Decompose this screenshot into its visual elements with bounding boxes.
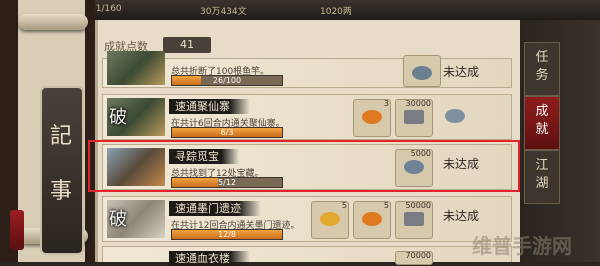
tab-char: 就 <box>535 122 549 137</box>
reward-slot[interactable]: 3 <box>353 99 391 137</box>
progress-text: 26/100 <box>212 76 242 85</box>
achievement-title: 速通血衣楼 <box>169 251 250 266</box>
achievement-row[interactable]: 破 速通聚仙寨 在共计6回合内通关聚仙寨。 6/3 3 30000 <box>102 94 512 140</box>
copper-counter: 30万434文 <box>200 7 247 17</box>
reward-slot[interactable] <box>437 99 473 135</box>
tab-char: 务 <box>535 68 549 83</box>
progress-bar: 26/100 <box>171 75 283 86</box>
selection-highlight <box>88 140 520 192</box>
achievement-row[interactable]: 速通血衣楼 70000 <box>102 246 512 266</box>
journal-char-1: 記 <box>50 124 73 149</box>
orange-fruit-icon <box>362 212 382 226</box>
scroll-book-icon <box>404 212 424 226</box>
site-watermark: 维普手游网 <box>472 234 572 258</box>
orange-fruit-icon <box>362 110 382 124</box>
reward-slot[interactable]: 5 <box>353 201 391 239</box>
tab-char: 成 <box>535 104 549 119</box>
tab-jianghu[interactable]: 江 湖 <box>524 150 560 204</box>
status-label: 未达成 <box>443 65 480 79</box>
achievement-row[interactable]: 总共折断了100根鱼竿。 26/100 未达成 <box>102 51 512 88</box>
status-label: 未达成 <box>443 209 480 223</box>
tab-char: 湖 <box>535 176 549 191</box>
progress-text: 12/8 <box>218 230 236 239</box>
tab-char: 江 <box>535 158 549 173</box>
broken-badge: 破 <box>109 209 127 230</box>
points-value: 41 <box>163 37 211 53</box>
reward-count: 70000 <box>405 251 431 260</box>
silver-ingot-icon <box>412 66 432 80</box>
reward-count: 30000 <box>405 99 431 108</box>
journal-char-2: 事 <box>50 179 73 204</box>
tab-achievements[interactable]: 成 就 <box>524 96 560 150</box>
scroll-book-icon <box>404 110 424 124</box>
reward-slot[interactable]: 5 <box>311 201 349 239</box>
reward-slot[interactable]: 70000 <box>395 251 433 265</box>
broken-badge: 破 <box>109 107 127 128</box>
progress-bar: 12/8 <box>171 229 283 240</box>
reward-count: 5 <box>383 201 389 210</box>
reward-count: 3 <box>383 99 389 108</box>
golden-orb-icon <box>320 212 340 226</box>
journal-tab[interactable]: 記 事 <box>40 86 84 255</box>
tab-tasks[interactable]: 任 务 <box>524 42 560 96</box>
reward-count: 50000 <box>405 201 431 210</box>
silver-counter: 1020两 <box>320 7 352 17</box>
achievement-title: 速通聚仙寨 <box>169 99 250 114</box>
red-tassel-icon <box>10 210 24 250</box>
silver-ingot-icon <box>445 109 465 123</box>
reward-slot[interactable] <box>403 55 441 87</box>
reward-slot[interactable]: 30000 <box>395 99 433 137</box>
tab-char: 任 <box>535 50 549 65</box>
reward-slot[interactable]: 50000 <box>395 201 433 239</box>
progress-bar: 6/3 <box>171 127 283 138</box>
achievement-thumbnail <box>107 51 165 85</box>
achievement-title: 速通墨门遗迹 <box>169 201 261 216</box>
progress-text: 6/3 <box>220 128 234 137</box>
scroll-panel: 記 事 <box>0 0 95 262</box>
scroll-rod-top <box>18 14 88 30</box>
reward-count: 5 <box>341 201 347 210</box>
achievement-row[interactable]: 破 速通墨门遗迹 在共计12回合内通关墨门遗迹。 12/8 5 5 50000 … <box>102 196 512 242</box>
